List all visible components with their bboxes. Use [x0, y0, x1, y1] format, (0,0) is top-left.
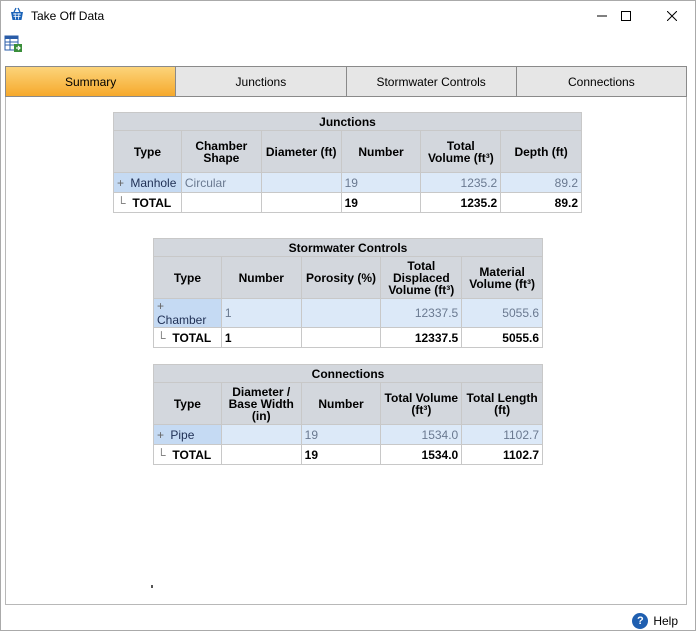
type-cell[interactable]: + Chamber	[153, 298, 222, 328]
table-row[interactable]: + Chamber 1 12337.5 5055.6	[153, 298, 543, 328]
title-bar[interactable]: Take Off Data	[1, 1, 695, 31]
expand-icon[interactable]: +	[157, 428, 167, 442]
help-button[interactable]: ? Help	[632, 613, 678, 629]
number-cell[interactable]: 19	[300, 424, 382, 445]
type-cell[interactable]: + Manhole	[113, 172, 182, 193]
displaced-volume-cell[interactable]: 12337.5	[380, 298, 463, 328]
total-label-cell: └ TOTAL	[153, 444, 222, 465]
volume-cell[interactable]: 1235.2	[420, 172, 502, 193]
column-header[interactable]: Number	[300, 382, 382, 425]
column-header[interactable]: Diameter (ft)	[260, 130, 342, 173]
tree-line-icon: └	[117, 195, 126, 210]
window-title: Take Off Data	[31, 9, 105, 23]
maximize-icon	[621, 11, 631, 21]
help-icon: ?	[632, 613, 649, 629]
total-depth-cell: 89.2	[500, 192, 582, 213]
junctions-table: Junctions Type Chamber Shape Diameter (f…	[113, 112, 582, 213]
basket-icon	[9, 7, 25, 23]
tab-summary[interactable]: Summary	[6, 67, 177, 96]
total-material-cell: 5055.6	[461, 327, 543, 348]
number-cell[interactable]: 1	[220, 298, 302, 328]
table-row[interactable]: + Manhole Circular 19 1235.2 89.2	[113, 172, 582, 193]
tab-junctions[interactable]: Junctions	[176, 67, 347, 96]
toolbar	[1, 32, 695, 56]
junctions-table-title: Junctions	[113, 112, 582, 131]
export-table-icon	[4, 35, 22, 52]
expand-icon[interactable]: +	[117, 176, 127, 190]
column-header[interactable]: Type	[153, 382, 222, 425]
column-header[interactable]: Depth (ft)	[500, 130, 582, 173]
connections-table-title: Connections	[153, 364, 543, 383]
total-volume-cell: 1534.0	[380, 444, 463, 465]
column-header[interactable]: Total Displaced Volume (ft³)	[380, 256, 463, 299]
column-header[interactable]: Number	[340, 130, 422, 173]
total-label-cell: └ TOTAL	[113, 192, 182, 213]
empty-cell	[300, 327, 382, 348]
stormwater-controls-table: Stormwater Controls Type Number Porosity…	[153, 238, 543, 348]
total-number-cell: 19	[300, 444, 382, 465]
total-number-cell: 19	[340, 192, 422, 213]
help-label: Help	[653, 614, 678, 628]
shape-cell[interactable]: Circular	[180, 172, 262, 193]
tree-line-icon: └	[157, 330, 166, 345]
column-header[interactable]: Chamber Shape	[180, 130, 262, 173]
number-cell[interactable]: 19	[340, 172, 422, 193]
stormwater-table-title: Stormwater Controls	[153, 238, 543, 257]
empty-cell	[180, 192, 262, 213]
diameter-cell[interactable]	[260, 172, 342, 193]
column-header[interactable]: Material Volume (ft³)	[461, 256, 543, 299]
empty-cell	[260, 192, 342, 213]
total-row[interactable]: └ TOTAL 1 12337.5 5055.6	[153, 327, 543, 348]
resize-marker	[151, 585, 153, 588]
column-header[interactable]: Total Length (ft)	[461, 382, 543, 425]
total-number-cell: 1	[220, 327, 302, 348]
total-length-cell: 1102.7	[461, 444, 543, 465]
total-label-cell: └ TOTAL	[153, 327, 222, 348]
close-button[interactable]	[649, 1, 695, 31]
column-header[interactable]: Porosity (%)	[300, 256, 382, 299]
column-header[interactable]: Type	[153, 256, 222, 299]
connections-table: Connections Type Diameter / Base Width (…	[153, 364, 543, 465]
depth-cell[interactable]: 89.2	[500, 172, 582, 193]
material-volume-cell[interactable]: 5055.6	[461, 298, 543, 328]
length-cell[interactable]: 1102.7	[461, 424, 543, 445]
total-row[interactable]: └ TOTAL 19 1235.2 89.2	[113, 192, 582, 213]
column-header[interactable]: Diameter / Base Width (in)	[220, 382, 302, 425]
column-header[interactable]: Total Volume (ft³)	[380, 382, 463, 425]
tree-line-icon: └	[157, 447, 166, 462]
maximize-button[interactable]	[603, 1, 649, 31]
close-icon	[667, 11, 677, 21]
export-table-button[interactable]	[4, 34, 24, 54]
table-row[interactable]: + Pipe 19 1534.0 1102.7	[153, 424, 543, 445]
total-volume-cell: 1235.2	[420, 192, 502, 213]
type-cell[interactable]: + Pipe	[153, 424, 222, 445]
summary-panel: Junctions Type Chamber Shape Diameter (f…	[5, 97, 687, 605]
column-header[interactable]: Number	[220, 256, 302, 299]
take-off-data-window: Take Off Data Summary Junctions Stormwat…	[0, 0, 696, 631]
total-displaced-cell: 12337.5	[380, 327, 463, 348]
porosity-cell[interactable]	[300, 298, 382, 328]
tab-connections[interactable]: Connections	[516, 67, 686, 96]
volume-cell[interactable]: 1534.0	[380, 424, 463, 445]
empty-cell	[220, 444, 302, 465]
column-header[interactable]: Type	[113, 130, 182, 173]
diameter-cell[interactable]	[220, 424, 302, 445]
total-row[interactable]: └ TOTAL 19 1534.0 1102.7	[153, 444, 543, 465]
expand-icon[interactable]: +	[157, 299, 167, 313]
tab-stormwater-controls[interactable]: Stormwater Controls	[346, 67, 517, 96]
column-header[interactable]: Total Volume (ft³)	[420, 130, 502, 173]
tab-strip: Summary Junctions Stormwater Controls Co…	[5, 66, 687, 97]
